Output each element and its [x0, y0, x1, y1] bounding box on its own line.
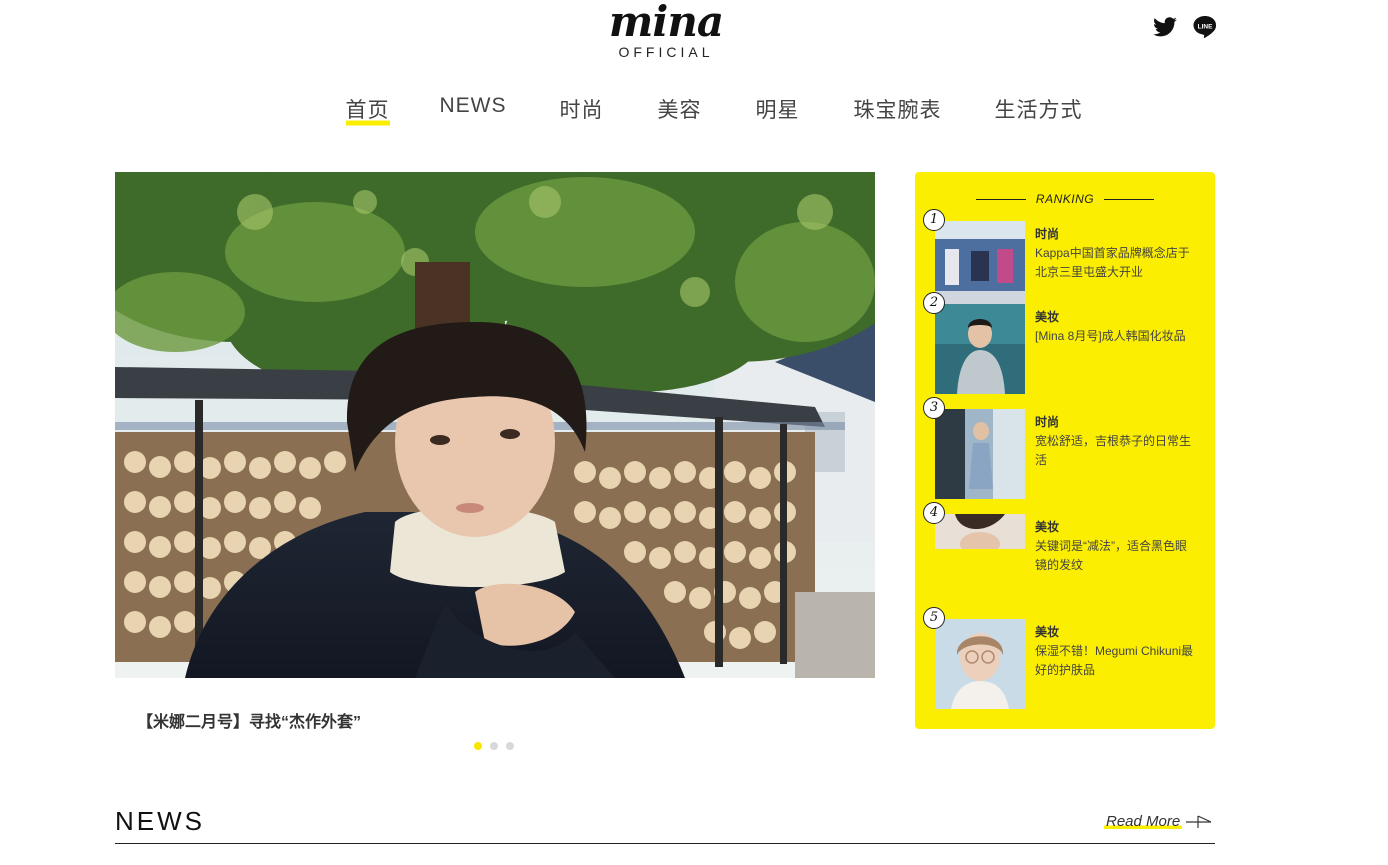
ranking-number: 2: [923, 292, 945, 314]
slider-dots: [474, 742, 514, 750]
ranking-thumbnail[interactable]: [935, 304, 1025, 394]
ranking-category: 美妆: [1035, 520, 1060, 534]
ranking-thumbnail[interactable]: [935, 514, 1025, 549]
logo-wordmark: mina: [608, 0, 724, 46]
nav-item-beauty[interactable]: 美容: [658, 94, 702, 128]
news-section-title: NEWS: [115, 806, 205, 836]
hero-caption[interactable]: 【米娜二月号】寻找“杰作外套”: [137, 708, 361, 732]
nav-item-home[interactable]: 首页: [345, 94, 390, 128]
ranking-number: 1: [923, 209, 945, 231]
arrow-right-icon: [1186, 814, 1212, 828]
ranking-title: RANKING: [915, 192, 1215, 206]
logo-subtitle: OFFICIAL: [618, 44, 714, 60]
ranking-category: 时尚: [1035, 415, 1060, 429]
ranking-category: 时尚: [1035, 227, 1060, 241]
main-nav: 首页 NEWS 时尚 美容 明星 珠宝腕表 生活方式: [0, 94, 1388, 128]
news-divider: [115, 843, 1215, 844]
site-logo[interactable]: mina OFFICIAL: [586, 0, 746, 61]
hero-slide-image[interactable]: [115, 172, 875, 678]
slider-dot-3[interactable]: [506, 742, 514, 750]
ranking-headline[interactable]: 宽松舒适，吉根恭子的日常生活: [1035, 432, 1195, 470]
read-more-label: Read More: [1104, 813, 1183, 830]
slider-dot-2[interactable]: [490, 742, 498, 750]
ranking-number: 3: [923, 397, 945, 419]
ranking-number: 4: [923, 502, 945, 524]
ranking-category: 美妆: [1035, 310, 1060, 324]
ranking-headline[interactable]: Kappa中国首家品牌概念店于北京三里屯盛大开业: [1035, 244, 1195, 282]
line-icon[interactable]: LINE: [1192, 14, 1218, 40]
line-icon-label: LINE: [1198, 24, 1213, 31]
ranking-headline[interactable]: [Mina 8月号]成人韩国化妆品: [1035, 327, 1195, 346]
twitter-icon[interactable]: [1152, 14, 1178, 40]
nav-item-jewelry[interactable]: 珠宝腕表: [854, 94, 942, 128]
ranking-number: 5: [923, 607, 945, 629]
ranking-category: 美妆: [1035, 625, 1060, 639]
slider-dot-1[interactable]: [474, 742, 482, 750]
ranking-thumbnail[interactable]: [935, 619, 1025, 709]
ranking-panel: RANKING 1 时尚 Kappa中国首家品牌概念店于北京三里屯盛大开业 2: [915, 172, 1215, 729]
nav-item-lifestyle[interactable]: 生活方式: [995, 94, 1083, 128]
ranking-headline[interactable]: 保湿不错！Megumi Chikuni最好的护肤品: [1035, 642, 1195, 680]
ranking-thumbnail[interactable]: [935, 409, 1025, 499]
nav-item-news[interactable]: NEWS: [440, 94, 507, 128]
ranking-thumbnail[interactable]: [935, 221, 1025, 311]
social-links: LINE: [1152, 14, 1218, 40]
nav-item-celebrity[interactable]: 明星: [756, 94, 800, 128]
nav-item-fashion[interactable]: 时尚: [560, 94, 604, 128]
ranking-headline[interactable]: 关键词是“减法”，适合黑色眼镜的发纹: [1035, 537, 1195, 575]
read-more-link[interactable]: Read More: [1104, 813, 1212, 830]
